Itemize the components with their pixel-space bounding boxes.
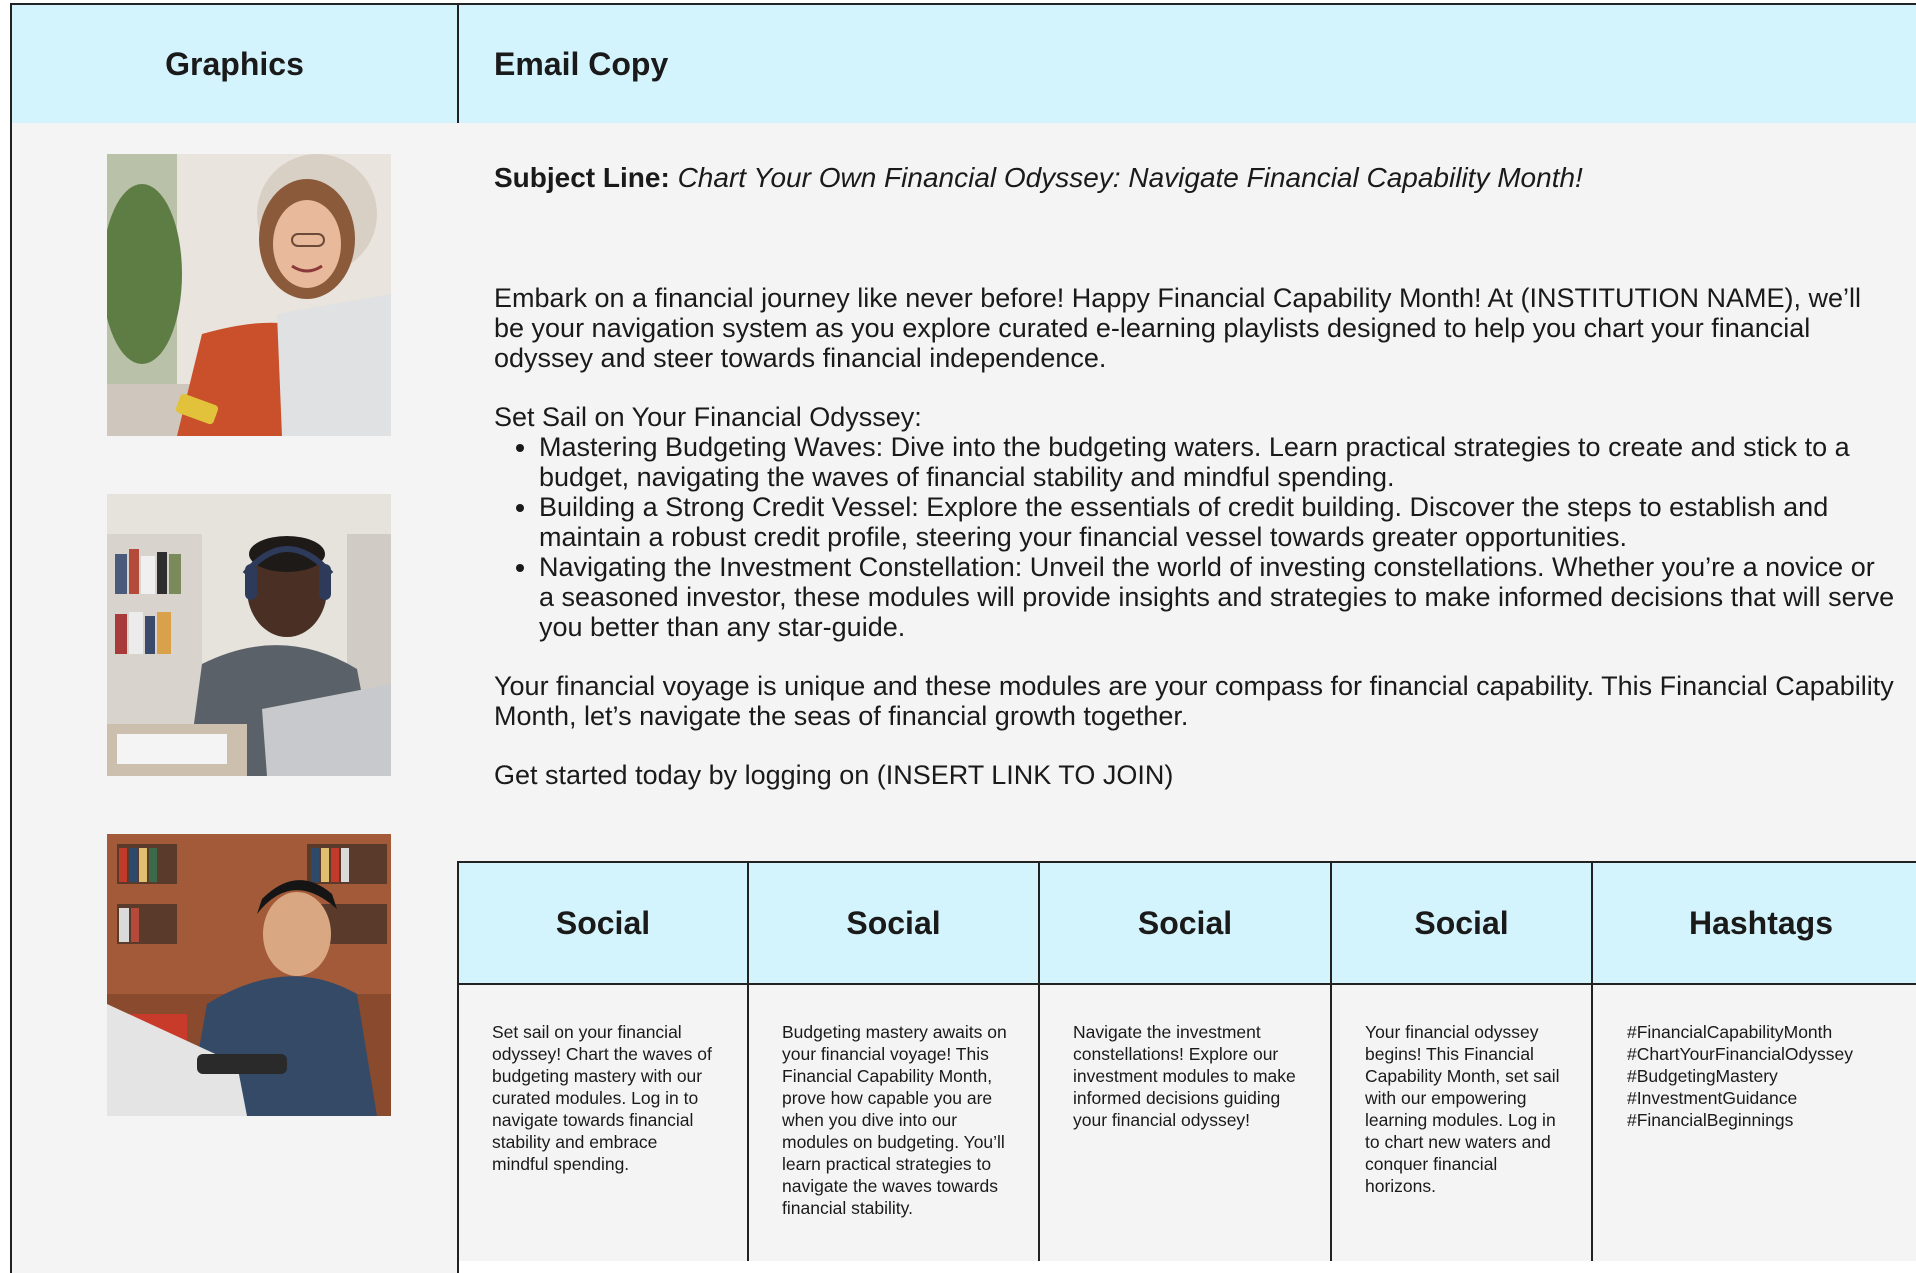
content-table: Graphics Email Copy Subject Line: Chart … bbox=[0, 0, 1916, 1273]
hashtag: #ChartYourFinancialOdyssey bbox=[1627, 1044, 1853, 1064]
social-column: Social Your financial odyssey begins! Th… bbox=[1330, 861, 1593, 1261]
photo-woman-laptop bbox=[107, 154, 391, 436]
photo-young-man-library bbox=[107, 834, 391, 1116]
graphics-header: Graphics bbox=[10, 3, 459, 125]
email-copy-header: Email Copy bbox=[457, 3, 1916, 125]
social-row: Social Set sail on your financial odysse… bbox=[457, 861, 1916, 1261]
social-post: Your financial odyssey begins! This Fina… bbox=[1332, 985, 1591, 1261]
module-list: Mastering Budgeting Waves: Dive into the… bbox=[494, 432, 1897, 642]
social-post: Budgeting mastery awaits on your financi… bbox=[749, 985, 1038, 1261]
list-item: Mastering Budgeting Waves: Dive into the… bbox=[539, 432, 1897, 492]
social-column: Social Budgeting mastery awaits on your … bbox=[747, 861, 1040, 1261]
subject-label: Subject Line: bbox=[494, 162, 670, 193]
hashtags-header: Hashtags bbox=[1593, 863, 1916, 985]
subject-line: Subject Line: Chart Your Own Financial O… bbox=[494, 163, 1897, 193]
photo-man-headphones bbox=[107, 494, 391, 776]
list-heading: Set Sail on Your Financial Odyssey: bbox=[494, 402, 922, 432]
social-post: Navigate the investment constellations! … bbox=[1040, 985, 1330, 1261]
list-item: Navigating the Investment Constellation:… bbox=[539, 552, 1897, 642]
subject-text: Chart Your Own Financial Odyssey: Naviga… bbox=[677, 162, 1583, 193]
social-header: Social bbox=[749, 863, 1038, 985]
social-post: Set sail on your financial odyssey! Char… bbox=[459, 985, 747, 1261]
email-intro: Embark on a financial journey like never… bbox=[494, 283, 1862, 373]
social-header: Social bbox=[459, 863, 747, 985]
hashtags-column: Hashtags #FinancialCapabilityMonth #Char… bbox=[1591, 861, 1916, 1261]
email-cta: Get started today by logging on (INSERT … bbox=[494, 760, 1174, 790]
social-column: Social Set sail on your financial odysse… bbox=[457, 861, 749, 1261]
social-column: Social Navigate the investment constella… bbox=[1038, 861, 1332, 1261]
list-item: Building a Strong Credit Vessel: Explore… bbox=[539, 492, 1897, 552]
graphics-column bbox=[10, 123, 459, 1273]
email-closing: Your financial voyage is unique and thes… bbox=[494, 671, 1894, 731]
hashtag: #BudgetingMastery bbox=[1627, 1066, 1778, 1086]
email-body: Subject Line: Chart Your Own Financial O… bbox=[457, 123, 1916, 863]
hashtag-list: #FinancialCapabilityMonth #ChartYourFina… bbox=[1593, 985, 1916, 1261]
hashtag: #FinancialBeginnings bbox=[1627, 1110, 1794, 1130]
hashtag: #FinancialCapabilityMonth bbox=[1627, 1022, 1833, 1042]
hashtag: #InvestmentGuidance bbox=[1627, 1088, 1798, 1108]
social-header: Social bbox=[1040, 863, 1330, 985]
social-header: Social bbox=[1332, 863, 1591, 985]
